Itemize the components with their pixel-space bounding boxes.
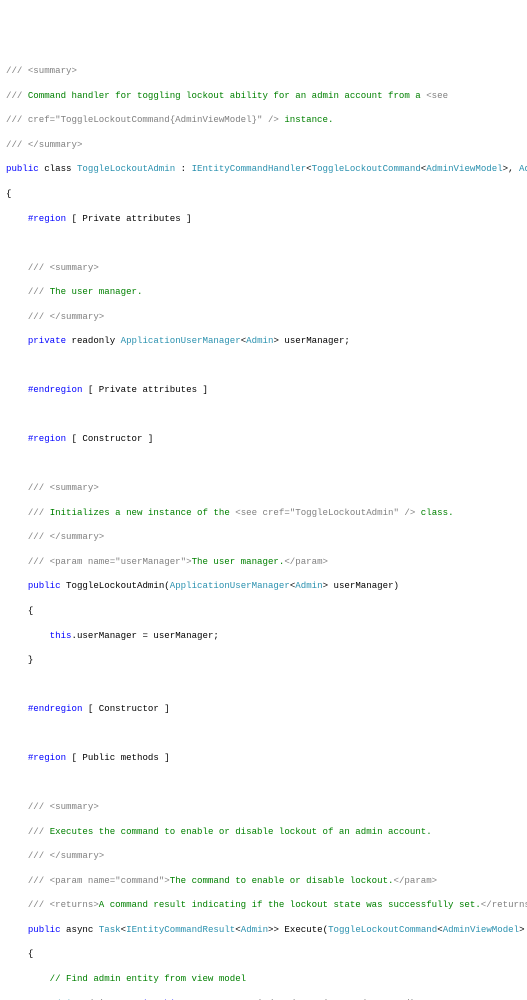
code-line: /// <summary> bbox=[6, 482, 521, 494]
code-line: /// <param name="userManager">The user m… bbox=[6, 556, 521, 568]
code-line: /// </summary> bbox=[6, 139, 521, 151]
code-line: /// </summary> bbox=[6, 850, 521, 862]
code-line: { bbox=[6, 605, 521, 617]
code-block: /// <summary> /// Command handler for to… bbox=[6, 53, 521, 1000]
code-line bbox=[6, 237, 521, 249]
code-line: public async Task<IEntityCommandResult<A… bbox=[6, 924, 521, 936]
code-line: /// Initializes a new instance of the <s… bbox=[6, 507, 521, 519]
code-line: // Find admin entity from view model bbox=[6, 973, 521, 985]
code-line: #endregion [ Private attributes ] bbox=[6, 384, 521, 396]
code-line: /// <summary> bbox=[6, 65, 521, 77]
code-line bbox=[6, 360, 521, 372]
code-line: /// </summary> bbox=[6, 311, 521, 323]
code-line: } bbox=[6, 654, 521, 666]
code-line: #region [ Private attributes ] bbox=[6, 213, 521, 225]
code-line: /// The user manager. bbox=[6, 286, 521, 298]
code-line: /// <summary> bbox=[6, 262, 521, 274]
code-line: { bbox=[6, 948, 521, 960]
code-line: #region [ Public methods ] bbox=[6, 752, 521, 764]
code-line: /// Executes the command to enable or di… bbox=[6, 826, 521, 838]
code-line bbox=[6, 777, 521, 789]
code-line: #region [ Constructor ] bbox=[6, 433, 521, 445]
code-line: #endregion [ Constructor ] bbox=[6, 703, 521, 715]
code-line: /// <summary> bbox=[6, 801, 521, 813]
code-line: /// <param name="command">The command to… bbox=[6, 875, 521, 887]
code-line bbox=[6, 409, 521, 421]
code-line bbox=[6, 728, 521, 740]
code-line: private readonly ApplicationUserManager<… bbox=[6, 335, 521, 347]
code-line: public class ToggleLockoutAdmin : IEntit… bbox=[6, 163, 521, 175]
code-line: this.userManager = userManager; bbox=[6, 630, 521, 642]
code-line: /// </summary> bbox=[6, 531, 521, 543]
code-line: Admin admin = await this.userManager.Fin… bbox=[6, 998, 521, 1000]
code-line: /// Command handler for toggling lockout… bbox=[6, 90, 521, 102]
code-line: public ToggleLockoutAdmin(ApplicationUse… bbox=[6, 580, 521, 592]
code-line: { bbox=[6, 188, 521, 200]
code-line bbox=[6, 458, 521, 470]
code-line: /// <returns>A command result indicating… bbox=[6, 899, 521, 911]
code-line bbox=[6, 679, 521, 691]
code-line: /// cref="ToggleLockoutCommand{AdminView… bbox=[6, 114, 521, 126]
